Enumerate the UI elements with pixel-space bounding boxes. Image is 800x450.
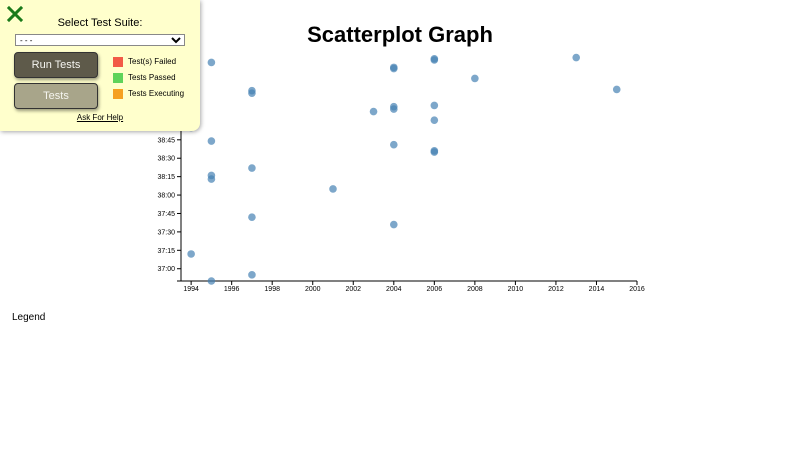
x-tick-label: 2008	[467, 286, 483, 293]
y-tick-label: 38:30	[157, 156, 175, 163]
y-tick: 37:30	[157, 229, 175, 236]
x-tick: 2002	[345, 286, 361, 293]
data-point[interactable]	[207, 137, 216, 145]
y-tick: 38:30	[157, 156, 175, 163]
x-tick: 1994	[183, 286, 199, 293]
data-point[interactable]	[390, 220, 398, 229]
status-passed-label: Tests Passed	[128, 73, 176, 82]
data-point[interactable]	[430, 101, 439, 110]
data-point[interactable]	[471, 74, 479, 83]
data-point[interactable]	[248, 164, 256, 172]
data-point[interactable]	[369, 107, 378, 116]
executing-swatch	[113, 89, 123, 99]
y-tick-label: 37:45	[157, 211, 175, 218]
x-tick-label: 1994	[183, 286, 199, 293]
x-tick: 2014	[589, 286, 605, 293]
y-tick: 38:00	[157, 193, 175, 200]
y-tick: 37:00	[157, 266, 175, 273]
data-point[interactable]	[207, 175, 216, 183]
x-tick-label: 2006	[427, 286, 443, 293]
data-point[interactable]	[187, 250, 195, 258]
x-tick: 2016	[629, 286, 645, 293]
x-tick: 2006	[427, 286, 443, 293]
data-point[interactable]	[207, 277, 216, 285]
data-point[interactable]	[430, 147, 439, 155]
x-tick-label: 1996	[224, 286, 240, 293]
y-tick-label: 38:00	[157, 193, 175, 200]
x-tick-label: 2010	[508, 286, 524, 293]
x-tick-label: 2014	[589, 286, 605, 293]
x-tick-label: 2004	[386, 286, 402, 293]
status-passed: Tests Passed	[113, 73, 176, 83]
data-point[interactable]	[390, 63, 398, 72]
x-tick: 2010	[508, 286, 524, 293]
status-executing-label: Tests Executing	[128, 89, 185, 98]
y-tick: 38:45	[157, 137, 175, 144]
y-tick-label: 37:15	[157, 248, 175, 255]
status-failed: Test(s) Failed	[113, 57, 176, 67]
x-tick-label: 1998	[264, 286, 280, 293]
x-tick: 2004	[386, 286, 402, 293]
data-point[interactable]	[430, 116, 439, 124]
y-tick: 37:45	[157, 211, 175, 218]
suite-select[interactable]: - - -	[15, 34, 185, 46]
tests-button[interactable]: Tests	[14, 83, 98, 109]
data-point[interactable]	[207, 58, 216, 67]
suite-label: Select Test Suite:	[57, 17, 143, 29]
y-tick-label: 38:15	[157, 174, 175, 181]
data-point[interactable]	[248, 271, 256, 279]
x-tick: 2008	[467, 286, 483, 293]
data-point[interactable]	[572, 53, 580, 62]
y-tick-label: 38:45	[157, 137, 175, 144]
failed-swatch	[113, 57, 123, 67]
test-panel: Select Test Suite: - - - Run Tests Tests…	[0, 0, 200, 131]
legend-label: Legend	[12, 312, 46, 323]
x-tick: 2000	[305, 286, 321, 293]
x-tick-label: 2000	[305, 286, 321, 293]
data-point[interactable]	[248, 86, 256, 95]
x-tick: 1998	[264, 286, 280, 293]
data-point[interactable]	[430, 54, 439, 63]
y-tick-label: 37:00	[157, 266, 175, 273]
y-tick: 37:15	[157, 248, 175, 255]
x-tick-label: 2002	[345, 286, 361, 293]
ask-for-help-link[interactable]: Ask For Help	[0, 113, 200, 122]
data-point[interactable]	[390, 105, 398, 113]
data-point[interactable]	[390, 140, 398, 149]
data-point[interactable]	[612, 85, 621, 94]
x-tick-label: 2012	[548, 286, 564, 293]
x-tick: 2012	[548, 286, 564, 293]
status-executing: Tests Executing	[113, 89, 184, 99]
status-failed-label: Test(s) Failed	[128, 57, 177, 66]
data-point[interactable]	[248, 213, 256, 221]
passed-swatch	[113, 73, 123, 83]
y-tick-label: 37:30	[157, 229, 175, 236]
x-tick-label: 2016	[629, 286, 645, 293]
y-tick: 38:15	[157, 174, 175, 181]
x-tick: 1996	[224, 286, 240, 293]
run-tests-button[interactable]: Run Tests	[14, 52, 98, 78]
data-point[interactable]	[329, 185, 337, 193]
